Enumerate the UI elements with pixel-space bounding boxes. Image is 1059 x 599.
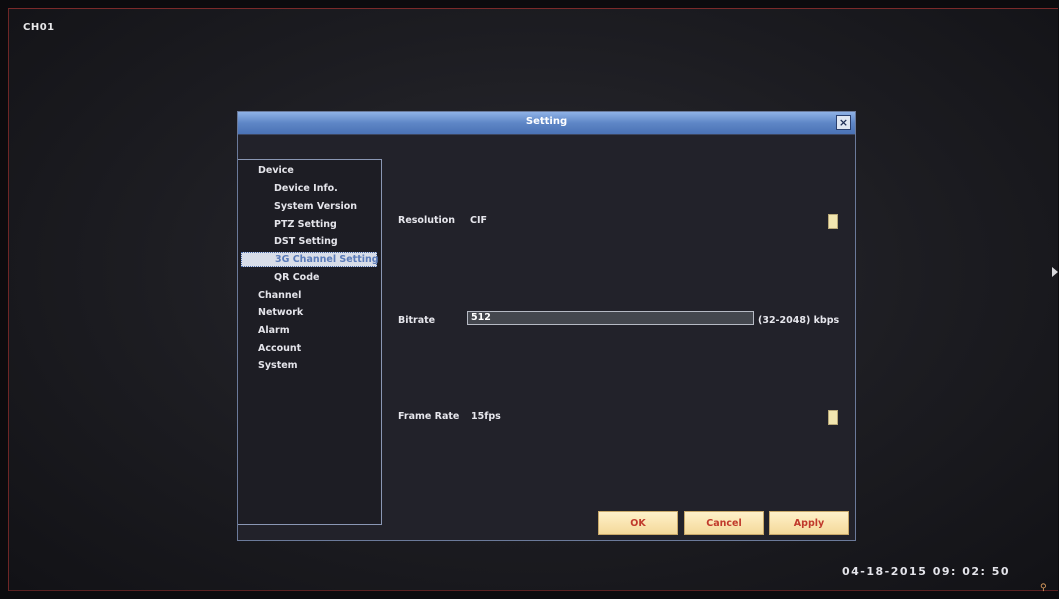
tree-item-qr-code[interactable]: QR Code xyxy=(274,272,319,283)
tree-item-network[interactable]: Network xyxy=(258,307,303,318)
camera-label: CH01 xyxy=(23,22,55,33)
frame-rate-value[interactable]: 15fps xyxy=(471,411,501,422)
resolution-label: Resolution xyxy=(398,215,456,226)
tree-item-3g-channel-setting[interactable]: 3G Channel Setting xyxy=(241,252,379,267)
tree-item-selected-label: 3G Channel Setting xyxy=(275,254,379,265)
dialog-title: Setting xyxy=(525,116,568,127)
datetime-display: 04-18-2015 09: 02: 50 xyxy=(842,565,1011,578)
bitrate-range: (32-2048) kbps xyxy=(758,315,840,326)
cancel-button[interactable]: Cancel xyxy=(684,511,764,535)
dialog-body: Device Device Info. System Version PTZ S… xyxy=(238,134,855,540)
tree-item-account[interactable]: Account xyxy=(258,343,301,354)
resolution-dropdown-button[interactable] xyxy=(828,214,838,229)
tree-item-channel[interactable]: Channel xyxy=(258,290,301,301)
search-icon[interactable]: ⚲ xyxy=(1040,583,1047,593)
apply-button[interactable]: Apply xyxy=(769,511,849,535)
tree-item-ptz-setting[interactable]: PTZ Setting xyxy=(274,219,337,230)
close-button[interactable]: × xyxy=(836,115,851,130)
settings-tree: Device Device Info. System Version PTZ S… xyxy=(238,159,382,525)
dialog-titlebar[interactable]: Setting × xyxy=(238,112,855,135)
bitrate-label: Bitrate xyxy=(398,315,436,326)
tree-item-dst-setting[interactable]: DST Setting xyxy=(274,236,338,247)
right-arrow-icon[interactable] xyxy=(1052,267,1058,277)
tree-item-alarm[interactable]: Alarm xyxy=(258,325,290,336)
tree-item-system-version[interactable]: System Version xyxy=(274,201,357,212)
close-icon: × xyxy=(838,116,849,129)
frame-rate-dropdown-button[interactable] xyxy=(828,410,838,425)
ok-button[interactable]: OK xyxy=(598,511,678,535)
tree-item-device-info[interactable]: Device Info. xyxy=(274,183,338,194)
bitrate-input[interactable]: 512 xyxy=(467,311,754,325)
video-screen: CH01 Setting × Device Device Info. Syste… xyxy=(8,8,1058,591)
frame-rate-label: Frame Rate xyxy=(398,411,460,422)
tree-item-device[interactable]: Device xyxy=(258,165,294,176)
setting-dialog: Setting × Device Device Info. System Ver… xyxy=(237,111,856,541)
tree-item-system[interactable]: System xyxy=(258,360,298,371)
resolution-value[interactable]: CIF xyxy=(470,215,487,226)
